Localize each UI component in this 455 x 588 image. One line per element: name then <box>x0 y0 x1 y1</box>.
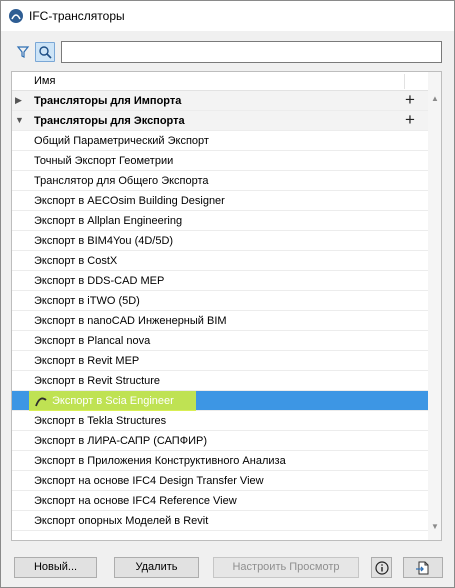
group-import-translators[interactable]: ▶ Трансляторы для Импорта + <box>12 91 428 111</box>
tree-item-label: Транслятор для Общего Экспорта <box>34 175 209 187</box>
tree-item-label: Экспорт в Allplan Engineering <box>34 215 183 227</box>
collapse-arrow-icon[interactable]: ▼ <box>15 115 24 125</box>
tree-item-label: Экспорт опорных Моделей в Revit <box>34 515 209 527</box>
column-header-name[interactable]: Имя <box>34 75 55 87</box>
tree-item[interactable]: Экспорт в CostX <box>12 251 428 271</box>
info-icon <box>374 560 389 575</box>
tree-item-label: Экспорт в AECOsim Building Designer <box>34 195 225 207</box>
tree-item[interactable]: Экспорт в Revit MEP <box>12 351 428 371</box>
search-icon[interactable] <box>35 42 55 62</box>
tree-item[interactable]: Экспорт на основе IFC4 Reference View <box>12 491 428 511</box>
filter-icon[interactable] <box>13 42 33 62</box>
translator-tree: Имя ▶ Трансляторы для Импорта + ▼ Трансл… <box>11 71 442 541</box>
group-label: Трансляторы для Импорта <box>34 95 182 107</box>
new-button[interactable]: Новый... <box>14 557 97 578</box>
tree-item[interactable]: Транслятор для Общего Экспорта <box>12 171 428 191</box>
search-input[interactable] <box>61 41 442 63</box>
tree-item[interactable]: Экспорт опорных Моделей в Revit <box>12 511 428 531</box>
tree-item[interactable]: Экспорт в iTWO (5D) <box>12 291 428 311</box>
group-export-translators[interactable]: ▼ Трансляторы для Экспорта + <box>12 111 428 131</box>
ifc-translators-window: IFC-трансляторы Имя ▶ Трансляторы для Им… <box>0 0 455 588</box>
tree-item[interactable]: Экспорт на основе IFC4 Design Transfer V… <box>12 471 428 491</box>
tree-item[interactable]: Экспорт в BIM4You (4D/5D) <box>12 231 428 251</box>
window-title: IFC-трансляторы <box>29 9 125 23</box>
tree-item-label: Экспорт в CostX <box>34 255 118 267</box>
tree-item-label: Экспорт в Tekla Structures <box>34 415 167 427</box>
tree-item-selected[interactable]: Экспорт в Scia Engineer <box>12 391 428 411</box>
tree-item[interactable]: Экспорт в Revit Structure <box>12 371 428 391</box>
add-import-translator-icon[interactable]: + <box>405 91 415 109</box>
tree-item[interactable]: Точный Экспорт Геометрии <box>12 151 428 171</box>
vertical-scrollbar[interactable]: ▲ ▼ <box>428 72 441 540</box>
delete-button[interactable]: Удалить <box>114 557 199 578</box>
title-bar: IFC-трансляторы <box>1 1 454 31</box>
tree-rows: ▶ Трансляторы для Импорта + ▼ Транслятор… <box>12 91 428 531</box>
tree-item-label: Экспорт в nanoCAD Инженерный BIM <box>34 315 227 327</box>
tree-item[interactable]: Экспорт в Tekla Structures <box>12 411 428 431</box>
tree-item-label: Экспорт в BIM4You (4D/5D) <box>34 235 174 247</box>
footer-buttons: Новый... Удалить Настроить Просмотр <box>1 549 454 585</box>
group-label: Трансляторы для Экспорта <box>34 115 185 127</box>
expand-arrow-icon[interactable]: ▶ <box>15 95 22 106</box>
export-file-icon <box>416 561 429 574</box>
column-separator <box>404 74 405 89</box>
tree-item-label: Экспорт в Revit MEP <box>34 355 140 367</box>
tree-item[interactable]: Экспорт в Plancal nova <box>12 331 428 351</box>
tree-item-label: Точный Экспорт Геометрии <box>34 155 174 167</box>
info-button[interactable] <box>371 557 392 578</box>
toolbar <box>1 31 454 71</box>
tree-header: Имя <box>12 72 428 91</box>
tree-item[interactable]: Экспорт в nanoCAD Инженерный BIM <box>12 311 428 331</box>
tree-item-label: Экспорт в DDS-CAD MEP <box>34 275 165 287</box>
tree-item-label: Экспорт в ЛИРА-САПР (САПФИР) <box>34 435 207 447</box>
tree-item-label: Экспорт в iTWO (5D) <box>34 295 140 307</box>
tree-item-label: Экспорт в Revit Structure <box>34 375 161 387</box>
tree-item[interactable]: Экспорт в ЛИРА-САПР (САПФИР) <box>12 431 428 451</box>
archicad-logo-icon <box>9 9 23 23</box>
tree-item[interactable]: Экспорт в AECOsim Building Designer <box>12 191 428 211</box>
tree-item-label: Экспорт на основе IFC4 Reference View <box>34 495 237 507</box>
tree-item-label: Экспорт в Scia Engineer <box>52 395 174 407</box>
tree-item-label: Экспорт в Приложения Конструктивного Ана… <box>34 455 286 467</box>
tree-item[interactable]: Экспорт в Allplan Engineering <box>12 211 428 231</box>
tree-item[interactable]: Общий Параметрический Экспорт <box>12 131 428 151</box>
configure-view-button[interactable]: Настроить Просмотр <box>213 557 359 578</box>
tree-item-label: Общий Параметрический Экспорт <box>34 135 209 147</box>
tree-item-label: Экспорт на основе IFC4 Design Transfer V… <box>34 475 264 487</box>
export-file-button[interactable] <box>403 557 443 578</box>
scroll-down-arrow-icon[interactable]: ▼ <box>431 522 439 531</box>
tree-item[interactable]: Экспорт в DDS-CAD MEP <box>12 271 428 291</box>
tree-item-label: Экспорт в Plancal nova <box>34 335 151 347</box>
tree-item[interactable]: Экспорт в Приложения Конструктивного Ана… <box>12 451 428 471</box>
add-export-translator-icon[interactable]: + <box>405 111 415 129</box>
scroll-up-arrow-icon[interactable]: ▲ <box>431 94 439 103</box>
active-translator-icon <box>34 394 48 411</box>
